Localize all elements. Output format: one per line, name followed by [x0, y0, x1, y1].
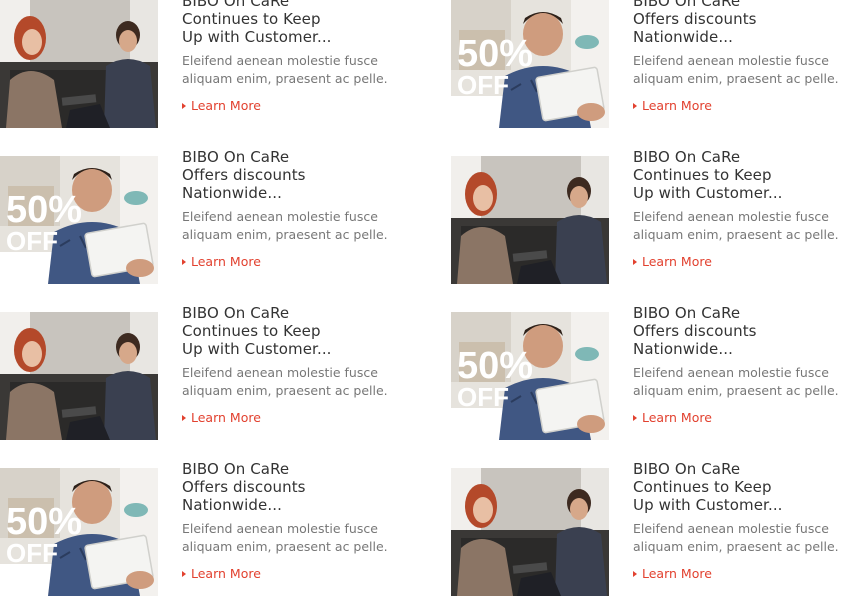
discount-percent: 50%	[6, 189, 82, 231]
article-thumbnail[interactable]: 50% OFF	[451, 312, 609, 440]
caret-right-icon	[182, 258, 186, 265]
learn-more-link[interactable]: Learn More	[633, 566, 712, 581]
learn-more-link[interactable]: Learn More	[182, 98, 261, 113]
article-description: Eleifend aenean molestie fusce aliquam en…	[633, 53, 839, 86]
caret-right-icon	[633, 570, 637, 577]
caret-right-icon	[182, 570, 186, 577]
caret-right-icon	[182, 102, 186, 109]
discount-off-label: OFF	[457, 382, 509, 412]
caret-right-icon	[182, 414, 186, 421]
article-thumbnail[interactable]	[0, 312, 158, 440]
caret-right-icon	[633, 102, 637, 109]
article-title[interactable]: BIBO On CaRe Continues to Keep Up with Cus…	[182, 0, 404, 46]
caret-right-icon	[633, 414, 637, 421]
caret-right-icon	[633, 258, 637, 265]
article-thumbnail[interactable]: 50% OFF	[451, 0, 609, 128]
learn-more-link[interactable]: Learn More	[182, 254, 261, 269]
article-title[interactable]: BIBO On CaRe Offers discounts Nationwide..…	[633, 304, 846, 358]
article-card: BIBO On CaRe Continues to Keep Up with Cus…	[451, 148, 846, 288]
article-thumbnail[interactable]: 50% OFF	[0, 156, 158, 284]
article-card: 50% OFF BIBO On CaRe Offers discounts Natio…	[0, 148, 400, 288]
discount-percent: 50%	[6, 501, 82, 543]
learn-more-link[interactable]: Learn More	[182, 566, 261, 581]
article-title[interactable]: BIBO On CaRe Continues to Keep Up with Cus…	[633, 460, 846, 514]
learn-more-link[interactable]: Learn More	[633, 410, 712, 425]
article-description: Eleifend aenean molestie fusce aliquam en…	[182, 521, 388, 554]
article-card: 50% OFF BIBO On CaRe Offers discounts Natio…	[0, 460, 400, 600]
article-description: Eleifend aenean molestie fusce aliquam en…	[182, 53, 388, 86]
article-title[interactable]: BIBO On CaRe Continues to Keep Up with Cus…	[182, 304, 404, 358]
article-description: Eleifend aenean molestie fusce aliquam en…	[633, 209, 839, 242]
article-card: 50% OFF BIBO On CaRe Offers discounts Natio…	[451, 304, 846, 444]
learn-more-link[interactable]: Learn More	[182, 410, 261, 425]
discount-percent: 50%	[457, 345, 533, 387]
article-card: BIBO On CaRe Continues to Keep Up with Cus…	[451, 460, 846, 600]
article-description: Eleifend aenean molestie fusce aliquam en…	[633, 521, 839, 554]
discount-off-label: OFF	[6, 226, 58, 256]
article-title[interactable]: BIBO On CaRe Continues to Keep Up with Cus…	[633, 148, 846, 202]
article-title[interactable]: BIBO On CaRe Offers discounts Nationwide..…	[182, 460, 404, 514]
discount-off-label: OFF	[6, 538, 58, 568]
learn-more-link[interactable]: Learn More	[633, 98, 712, 113]
article-card: BIBO On CaRe Continues to Keep Up with Cus…	[0, 304, 400, 444]
article-thumbnail[interactable]	[451, 468, 609, 596]
article-description: Eleifend aenean molestie fusce aliquam en…	[182, 209, 388, 242]
article-thumbnail[interactable]: 50% OFF	[0, 468, 158, 596]
article-card: BIBO On CaRe Continues to Keep Up with Cus…	[0, 0, 400, 132]
learn-more-link[interactable]: Learn More	[633, 254, 712, 269]
discount-percent: 50%	[457, 33, 533, 75]
article-description: Eleifend aenean molestie fusce aliquam en…	[633, 365, 839, 398]
article-thumbnail[interactable]	[0, 0, 158, 128]
article-description: Eleifend aenean molestie fusce aliquam en…	[182, 365, 388, 398]
article-title[interactable]: BIBO On CaRe Offers discounts Nationwide..…	[182, 148, 404, 202]
discount-off-label: OFF	[457, 70, 509, 100]
article-card: 50% OFF BIBO On CaRe Offers discounts Natio…	[451, 0, 846, 132]
article-thumbnail[interactable]	[451, 156, 609, 284]
article-title[interactable]: BIBO On CaRe Offers discounts Nationwide..…	[633, 0, 846, 46]
